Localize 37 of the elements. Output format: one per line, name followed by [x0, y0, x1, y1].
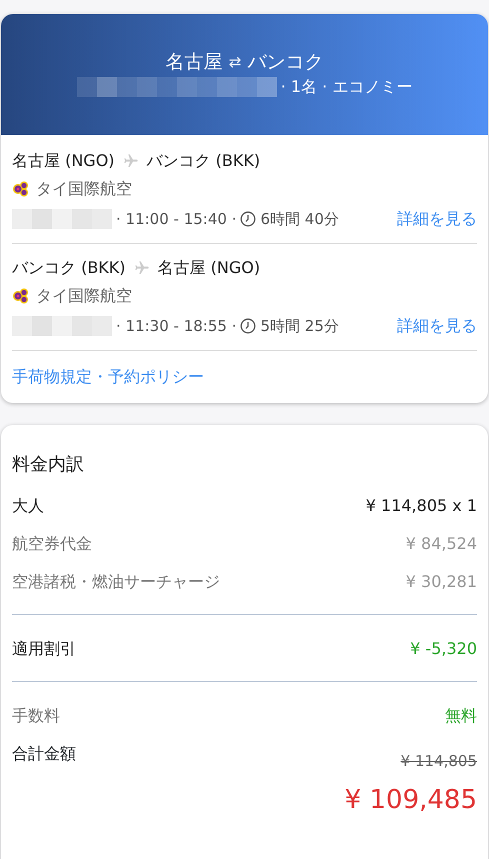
price-value: ¥ -5,320 — [410, 638, 477, 660]
route-destination: バンコク — [247, 50, 324, 75]
flight-duration: 6時間 40分 — [260, 208, 339, 230]
price-label: 空港諸税・燃油サーチャージ — [12, 571, 220, 593]
price-label: 大人 — [12, 495, 44, 517]
policy-link[interactable]: 手荷物規定・予約ポリシー — [12, 367, 204, 386]
plane-icon — [122, 153, 139, 169]
arrival-city: バンコク (BKK) — [146, 150, 260, 172]
price-label: 手数料 — [12, 705, 60, 727]
airline-name: タイ国際航空 — [36, 178, 132, 200]
section-title: 料金内訳 — [12, 453, 85, 477]
price-value: ¥ 30,281 — [406, 571, 477, 593]
details-link[interactable]: 詳細を見る — [397, 207, 477, 231]
price-label: 航空券代金 — [12, 533, 92, 555]
route-origin: 名古屋 — [166, 50, 223, 75]
flight-times: · 11:30 - 18:55 · — [116, 316, 236, 337]
plane-icon — [134, 260, 150, 276]
clock-icon — [240, 318, 256, 334]
airline-logo — [12, 181, 30, 197]
price-label: 適用割引 — [12, 638, 76, 660]
arrival-city: 名古屋 (NGO) — [158, 257, 260, 279]
departure-city: バンコク (BKK) — [12, 257, 126, 279]
airline-name: タイ国際航空 — [36, 285, 132, 307]
total-label: 合計金額 — [12, 743, 76, 765]
flight-duration: 5時間 25分 — [260, 316, 339, 337]
price-value: ¥ 114,805 x 1 — [366, 495, 477, 517]
total-price: ¥ 109,485 — [344, 784, 477, 816]
price-value: ¥ 84,524 — [406, 533, 477, 555]
departure-city: 名古屋 (NGO) — [12, 150, 115, 172]
airline-logo — [12, 288, 30, 304]
flight-times: · 11:00 - 15:40 · — [116, 208, 236, 230]
swap-symbol: ⇄ — [228, 52, 242, 72]
price-value: 無料 — [445, 705, 477, 727]
clock-icon — [240, 211, 256, 227]
details-link[interactable]: 詳細を見る — [397, 314, 477, 338]
original-price: ¥ 114,805 — [400, 751, 477, 772]
trip-info: · 1名 · エコノミー — [280, 76, 412, 98]
